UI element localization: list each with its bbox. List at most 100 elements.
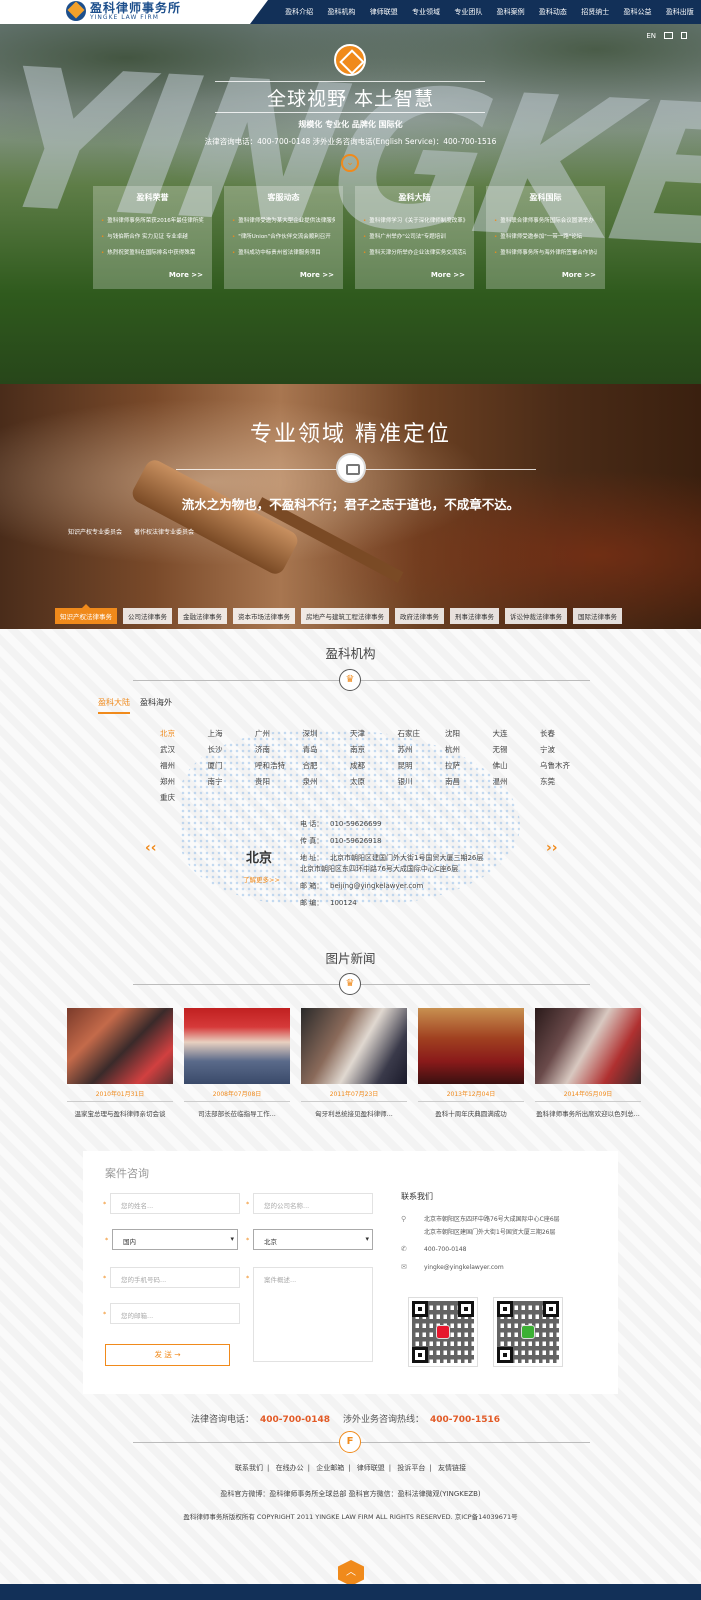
news-item[interactable]: 2008年07月08日 司法部部长莅临指导工作... xyxy=(184,1008,290,1118)
nav-item-alliance[interactable]: 律师联盟 xyxy=(370,7,398,17)
nav-item-charity[interactable]: 盈科公益 xyxy=(624,7,652,17)
city-link[interactable]: 泉州 xyxy=(303,776,351,787)
phone-input[interactable]: * 您的手机号码... xyxy=(103,1267,240,1288)
news-photo[interactable] xyxy=(418,1008,524,1084)
city-link[interactable]: 银川 xyxy=(398,776,446,787)
card-link[interactable]: 盈科广州举办"公司法"专题培训 xyxy=(363,229,466,245)
city-link[interactable]: 厦门 xyxy=(208,760,256,771)
card-more-link[interactable]: More >> xyxy=(562,271,596,279)
card-link[interactable]: 盈科律师受邀为某大型企业提供法律服务 xyxy=(232,213,335,229)
card-link[interactable]: "律所Union"合作伙伴交流会顺利召开 xyxy=(232,229,335,245)
lang-en-link[interactable]: EN xyxy=(646,32,656,40)
tab-mainland[interactable]: 盈科大陆 xyxy=(98,697,130,714)
city-link[interactable]: 东莞 xyxy=(540,776,588,787)
city-link[interactable]: 温州 xyxy=(493,776,541,787)
city-link[interactable]: 北京 xyxy=(160,728,208,739)
name-input[interactable]: * 您的姓名... xyxy=(103,1193,240,1214)
city-link[interactable]: 武汉 xyxy=(160,744,208,755)
card-link[interactable]: 盈科律师事务所与海外律所签署合作协议 xyxy=(494,245,597,261)
city-select[interactable]: * 北京 xyxy=(246,1229,373,1250)
news-caption[interactable]: 盈科十周年庆典圆满成功 xyxy=(418,1108,524,1118)
footer-link[interactable]: 在线办公 xyxy=(276,1464,304,1472)
city-link[interactable]: 太原 xyxy=(350,776,398,787)
footer-link[interactable]: 律师联盟 xyxy=(357,1464,385,1472)
nav-item-about[interactable]: 盈科介绍 xyxy=(285,7,313,17)
footer-link[interactable]: 投诉平台 xyxy=(397,1464,425,1472)
city-link[interactable]: 昆明 xyxy=(398,760,446,771)
news-item[interactable]: 2011年07月23日 匈牙利总统接见盈科律师... xyxy=(301,1008,407,1118)
practice-tab-ip[interactable]: 知识产权法律事务 xyxy=(55,604,117,624)
news-photo[interactable] xyxy=(535,1008,641,1084)
country-select[interactable]: * 国内 xyxy=(105,1229,238,1250)
office-more-link[interactable]: 了解更多>> xyxy=(243,874,280,884)
city-link[interactable]: 济南 xyxy=(255,744,303,755)
news-caption[interactable]: 司法部部长莅临指导工作... xyxy=(184,1108,290,1118)
city-link[interactable]: 南昌 xyxy=(445,776,493,787)
practice-tab-corporate[interactable]: 公司法律事务 xyxy=(123,608,172,624)
card-link[interactable]: 与钱伯斯合作 实力见证 专业卓越 xyxy=(101,229,204,245)
chevron-down-icon[interactable]: ⌄ xyxy=(341,154,359,172)
card-more-link[interactable]: More >> xyxy=(300,271,334,279)
practice-tab-government[interactable]: 政府法律事务 xyxy=(395,608,444,624)
city-link[interactable]: 呼和浩特 xyxy=(255,760,303,771)
city-link[interactable]: 青岛 xyxy=(303,744,351,755)
nav-item-cases[interactable]: 盈科案例 xyxy=(497,7,525,17)
city-link[interactable]: 杭州 xyxy=(445,744,493,755)
card-link[interactable]: 盈科联合律师事务所国际会议圆满举办 xyxy=(494,213,597,229)
email-input[interactable]: * 您的邮箱... xyxy=(103,1303,240,1324)
city-link[interactable]: 深圳 xyxy=(303,728,351,739)
city-link[interactable]: 乌鲁木齐 xyxy=(540,760,588,771)
practice-tab-litigation[interactable]: 诉讼仲裁法律事务 xyxy=(505,608,567,624)
company-input[interactable]: * 您的公司名称... xyxy=(246,1193,373,1214)
city-link[interactable]: 福州 xyxy=(160,760,208,771)
nav-item-team[interactable]: 专业团队 xyxy=(454,7,482,17)
news-caption[interactable]: 温家宝总理与盈科律师亲切会谈 xyxy=(67,1108,173,1118)
news-caption[interactable]: 盈科律师事务所出席欢迎以色列总... xyxy=(535,1108,641,1118)
card-link[interactable]: 盈科律师事务所荣获2016年最佳律所奖项 xyxy=(101,213,204,229)
card-link[interactable]: 盈科律师学习《关于深化律师制度改革》 xyxy=(363,213,466,229)
nav-item-news[interactable]: 盈科动态 xyxy=(539,7,567,17)
city-link[interactable]: 重庆 xyxy=(160,792,208,803)
practice-tab-criminal[interactable]: 刑事法律事务 xyxy=(450,608,499,624)
practice-tab-capital[interactable]: 资本市场法律事务 xyxy=(233,608,295,624)
city-link[interactable]: 苏州 xyxy=(398,744,446,755)
card-link[interactable]: 热烈祝贺盈科在国际排名中获得殊荣 xyxy=(101,245,204,261)
city-link[interactable]: 上海 xyxy=(208,728,256,739)
practice-tab-realestate[interactable]: 房地产与建筑工程法律事务 xyxy=(301,608,389,624)
send-button[interactable]: 发 送 → xyxy=(105,1344,230,1366)
news-item[interactable]: 2010年01月31日 温家宝总理与盈科律师亲切会谈 xyxy=(67,1008,173,1118)
nav-item-practice[interactable]: 专业领域 xyxy=(412,7,440,17)
news-photo[interactable] xyxy=(67,1008,173,1084)
footer-link[interactable]: 企业邮箱 xyxy=(316,1464,344,1472)
footer-link[interactable]: 友情链接 xyxy=(438,1464,466,1472)
city-link[interactable]: 佛山 xyxy=(493,760,541,771)
news-photo[interactable] xyxy=(184,1008,290,1084)
city-link[interactable]: 合肥 xyxy=(303,760,351,771)
city-link[interactable]: 南京 xyxy=(350,744,398,755)
sublink[interactable]: 知识产权专业委员会 xyxy=(68,527,122,536)
city-link[interactable]: 广州 xyxy=(255,728,303,739)
chevron-right-icon[interactable]: ›› xyxy=(546,840,558,856)
card-more-link[interactable]: More >> xyxy=(431,271,465,279)
card-link[interactable]: 盈科天津分所举办企业法律实务交流活动 xyxy=(363,245,466,261)
sublink[interactable]: 著作权法律专业委员会 xyxy=(134,527,194,536)
desktop-icon[interactable] xyxy=(664,32,673,39)
city-link[interactable]: 宁波 xyxy=(540,744,588,755)
card-link[interactable]: 盈科律师受邀参加"一带一路"论坛 xyxy=(494,229,597,245)
city-link[interactable]: 石家庄 xyxy=(398,728,446,739)
city-link[interactable]: 长沙 xyxy=(208,744,256,755)
nav-item-publishing[interactable]: 盈科出版 xyxy=(666,7,694,17)
tab-overseas[interactable]: 盈科海外 xyxy=(140,697,172,714)
practice-tab-international[interactable]: 国际法律事务 xyxy=(573,608,622,624)
nav-item-offices[interactable]: 盈科机构 xyxy=(327,7,355,17)
footer-link[interactable]: 联系我们 xyxy=(235,1464,263,1472)
news-photo[interactable] xyxy=(301,1008,407,1084)
news-caption[interactable]: 匈牙利总统接见盈科律师... xyxy=(301,1108,407,1118)
description-textarea[interactable]: * 案件概述... xyxy=(246,1267,373,1362)
city-link[interactable]: 贵阳 xyxy=(255,776,303,787)
city-link[interactable]: 郑州 xyxy=(160,776,208,787)
nav-item-careers[interactable]: 招贤纳士 xyxy=(581,7,609,17)
news-item[interactable]: 2013年12月04日 盈科十周年庆典圆满成功 xyxy=(418,1008,524,1118)
mobile-icon[interactable] xyxy=(681,32,687,39)
city-link[interactable]: 长春 xyxy=(540,728,588,739)
